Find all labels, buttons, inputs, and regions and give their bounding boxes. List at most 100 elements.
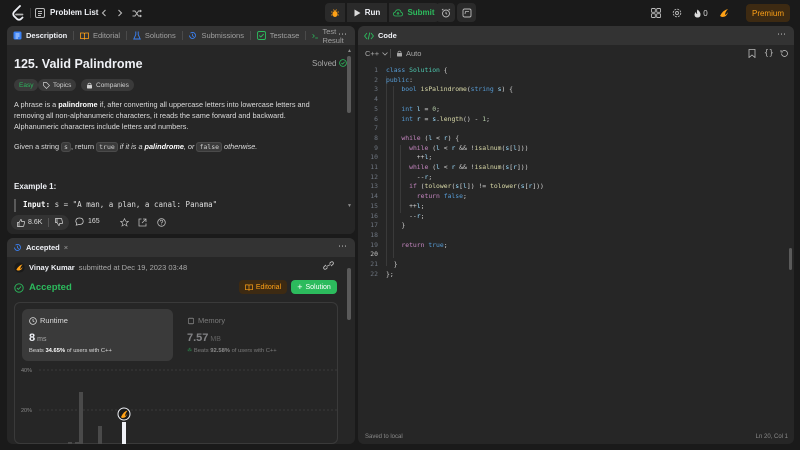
avatar [14, 262, 25, 273]
close-tab-icon[interactable]: × [64, 243, 68, 252]
runtime-unit: ms [37, 336, 47, 343]
avatar[interactable] [716, 5, 732, 21]
tab-label: Testcase [269, 31, 300, 40]
runtime-distribution-chart[interactable]: 40% 20% [15, 367, 339, 444]
memory-card[interactable]: Memory 7.57 MB ☘ Beats 92.58% of users wi… [180, 309, 331, 361]
code-brackets-icon [364, 31, 374, 40]
lock-icon [87, 82, 92, 88]
checkbox-icon [256, 31, 266, 40]
streak-counter[interactable]: 0 [690, 6, 712, 20]
example-title: Example 1: [14, 182, 57, 191]
more-options-icon[interactable]: ⋯ [777, 29, 786, 40]
problem-statement-paragraph-1: A phrase is a palindrome if, after conve… [14, 100, 310, 132]
tab-accepted[interactable]: Accepted × [7, 238, 74, 257]
check-circle-icon [338, 59, 347, 67]
timer-button[interactable] [436, 3, 455, 22]
chevron-right-icon[interactable] [113, 6, 127, 20]
tab-submissions[interactable]: Submissions [182, 26, 250, 45]
submission-time: submitted at Dec 19, 2023 03:48 [78, 263, 188, 272]
star-icon [119, 217, 130, 227]
code-line: 21 } [370, 260, 398, 268]
check-circle-icon [14, 282, 24, 293]
chart-bar[interactable] [98, 426, 102, 444]
tab-label: Solutions [144, 31, 176, 40]
runtime-value-row: 8 ms [29, 332, 46, 344]
companies-chip[interactable]: Companies [81, 79, 134, 91]
tab-editorial[interactable]: Editorial [74, 26, 126, 45]
auto-complete-toggle[interactable]: Auto [396, 49, 421, 58]
submitter-name[interactable]: Vinay Kumar [29, 263, 75, 272]
share-icon [138, 218, 147, 227]
problem-title: 125. Valid Palindrome [14, 57, 143, 71]
code-scrollbar[interactable] [789, 248, 792, 270]
post-solution-button[interactable]: + Solution [291, 280, 337, 294]
cursor-position: Ln 20, Col 1 [755, 434, 788, 440]
language-select[interactable]: C++ [365, 49, 388, 58]
dislike-button[interactable] [49, 217, 69, 228]
plus-icon: + [297, 282, 303, 292]
layout-grid-icon[interactable] [649, 6, 663, 20]
more-options-icon[interactable]: ⋯ [338, 241, 347, 252]
description-scrollbar[interactable] [347, 56, 351, 113]
editorial-button[interactable]: Editorial [239, 280, 287, 294]
debug-button[interactable] [325, 3, 345, 22]
feedback-button[interactable] [157, 218, 166, 229]
editor-toolbar: C++ Auto {} [358, 45, 794, 62]
tab-testcase[interactable]: Testcase [251, 26, 306, 45]
problem-list-icon[interactable] [33, 6, 47, 20]
tab-label: Editorial [93, 31, 121, 40]
topics-chip[interactable]: Topics [38, 79, 77, 91]
thumbs-down-icon [55, 217, 64, 226]
clock-icon [29, 316, 37, 325]
tab-description[interactable]: Description [7, 26, 73, 45]
runtime-card[interactable]: Runtime 8 ms Beats 34.65% of users with C… [22, 309, 173, 361]
alarm-clock-icon [441, 8, 450, 17]
accepted-label: Accepted [29, 282, 72, 293]
code-line: 7 [374, 124, 378, 133]
memory-value-row: 7.57 MB [187, 332, 221, 344]
tab-test-result[interactable]: Test Result [306, 26, 355, 45]
chart-bar[interactable] [75, 442, 79, 444]
submission-info: Vinay Kumar submitted at Dec 19, 2023 03… [14, 262, 187, 273]
lock-icon [397, 50, 402, 57]
submission-scrollbar[interactable] [347, 268, 351, 320]
bookmark-icon[interactable] [748, 49, 756, 60]
chart-bar-highlighted[interactable] [122, 422, 126, 444]
chevron-left-icon[interactable] [97, 6, 111, 20]
copy-link-icon[interactable] [323, 261, 334, 272]
comments-button[interactable]: 165 [75, 217, 100, 226]
y-tick-label: 20% [21, 408, 32, 414]
shuffle-icon[interactable] [130, 6, 144, 20]
problem-list-link[interactable]: Problem List [50, 8, 98, 17]
memory-beats: ☘ Beats 92.58% of users with C++ [187, 348, 277, 354]
like-button[interactable]: 8.6K [11, 218, 48, 227]
submit-button[interactable]: Submit [389, 3, 439, 22]
likes-count: 8.6K [28, 219, 43, 226]
share-button[interactable] [138, 218, 147, 229]
tab-solutions[interactable]: Solutions [127, 26, 182, 45]
tab-code[interactable]: Code [358, 26, 403, 45]
leetcode-logo-icon[interactable] [11, 5, 25, 21]
notes-button[interactable] [457, 3, 476, 22]
run-button[interactable]: Run [347, 3, 387, 22]
description-icon [13, 31, 22, 40]
description-footer: 8.6K 165 [7, 212, 355, 234]
chart-bar[interactable] [68, 442, 72, 444]
save-status: Saved to local [365, 434, 403, 440]
tab-label: Submissions [201, 31, 244, 40]
memory-label-row: Memory [187, 316, 225, 325]
format-code-icon[interactable]: {} [764, 48, 774, 57]
favorite-button[interactable] [119, 217, 130, 229]
solved-label: Solved [312, 59, 337, 68]
code-line: 18 [370, 230, 378, 239]
chart-bar[interactable] [79, 392, 83, 444]
history-icon [14, 244, 21, 251]
streak-count: 0 [703, 8, 708, 18]
description-tab-bar: Description Editorial Solutions Submissi… [7, 26, 355, 45]
more-options-icon[interactable]: ⋯ [338, 29, 347, 40]
editor-status-bar: Saved to local Ln 20, Col 1 [358, 430, 794, 444]
premium-button[interactable]: Premium [746, 4, 790, 22]
settings-gear-icon[interactable] [670, 6, 684, 20]
reset-code-icon[interactable] [780, 49, 789, 60]
comments-count: 165 [88, 218, 100, 225]
